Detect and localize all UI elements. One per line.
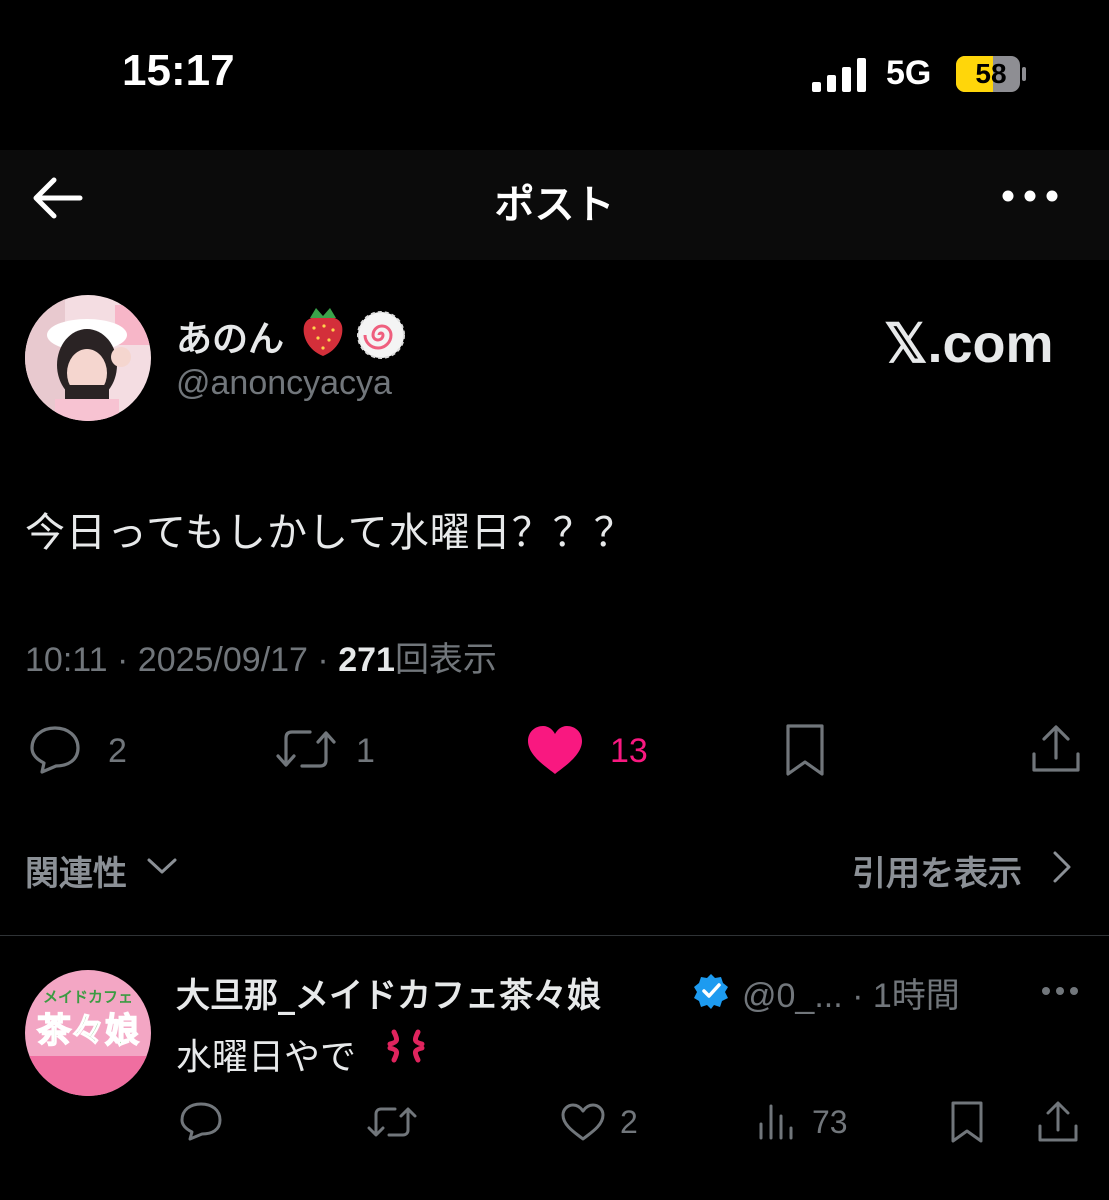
reply-views-icon[interactable] [756, 1100, 796, 1142]
like-count: 13 [610, 732, 648, 770]
bookmark-icon[interactable] [782, 722, 828, 778]
status-time: 15:17 [122, 46, 235, 95]
reply-avatar-caption: メイドカフェ [43, 988, 133, 1006]
divider [0, 935, 1109, 936]
reply-views-count: 73 [812, 1104, 848, 1140]
repost-count: 1 [356, 732, 375, 770]
strawberry-icon [303, 308, 343, 356]
reply-comment-icon[interactable] [178, 1100, 224, 1142]
reply-icon[interactable] [26, 722, 84, 776]
more-options-icon[interactable] [998, 180, 1062, 212]
view-count: 271 [338, 641, 395, 679]
page-title: ポスト [494, 182, 615, 228]
reply-avatar-logo: 茶々娘 [37, 1011, 139, 1051]
meta-separator: · [117, 641, 138, 679]
view-quotes-link[interactable]: 引用を表示 [852, 846, 1022, 895]
brand-watermark: 𝕏.com [884, 314, 1054, 374]
relevance-sort[interactable]: 関連性 [25, 846, 127, 895]
reply-share-icon[interactable] [1036, 1100, 1080, 1144]
reply-bookmark-icon[interactable] [948, 1100, 986, 1144]
anger-symbol-icon [387, 1029, 425, 1063]
reply-time: 1時間 [872, 977, 960, 1015]
share-icon[interactable] [1030, 724, 1082, 774]
reply-more-icon[interactable] [1040, 984, 1080, 998]
reply-author-name[interactable]: 大旦那_メイドカフェ茶々娘 [176, 968, 601, 1017]
repost-icon[interactable] [274, 724, 338, 774]
reply-text-content: 水曜日やで [176, 1037, 357, 1078]
reply-repost-icon[interactable] [366, 1102, 418, 1142]
author-name[interactable]: あのん [176, 310, 284, 362]
author-handle[interactable]: @anoncyacya [176, 364, 392, 403]
verified-badge-icon [694, 974, 728, 1009]
reply-handle[interactable]: @0_... [742, 977, 843, 1015]
post-time: 10:11 [25, 641, 108, 679]
post-meta: 10:11 · 2025/09/17 · 271回表示 [25, 632, 497, 681]
post-date: 2025/09/17 [137, 641, 308, 679]
reply-like-icon[interactable] [560, 1102, 606, 1142]
like-icon[interactable] [526, 724, 584, 776]
relevance-label: 関連性 [25, 854, 127, 894]
meta-separator: · [842, 977, 873, 1015]
author-avatar[interactable] [25, 295, 151, 421]
battery-level: 58 [975, 58, 1007, 89]
signal-icon [812, 58, 866, 92]
quotes-label: 引用を表示 [852, 854, 1022, 894]
reply-like-count: 2 [620, 1104, 638, 1140]
narutomaki-icon [357, 311, 405, 359]
post-text: 今日ってもしかして水曜日？？？ [25, 510, 635, 556]
meta-separator: · [317, 641, 339, 679]
chevron-right-icon[interactable] [1050, 850, 1074, 884]
chevron-down-icon[interactable] [146, 855, 178, 877]
reply-handle-time: @0_... · 1時間 [742, 968, 960, 1017]
network-label: 5G [886, 54, 932, 92]
reply-avatar[interactable]: メイドカフェ 茶々娘 [25, 970, 151, 1096]
reply-count: 2 [108, 732, 127, 770]
view-label: 回表示 [394, 641, 497, 679]
reply-text: 水曜日やで [176, 1028, 356, 1080]
